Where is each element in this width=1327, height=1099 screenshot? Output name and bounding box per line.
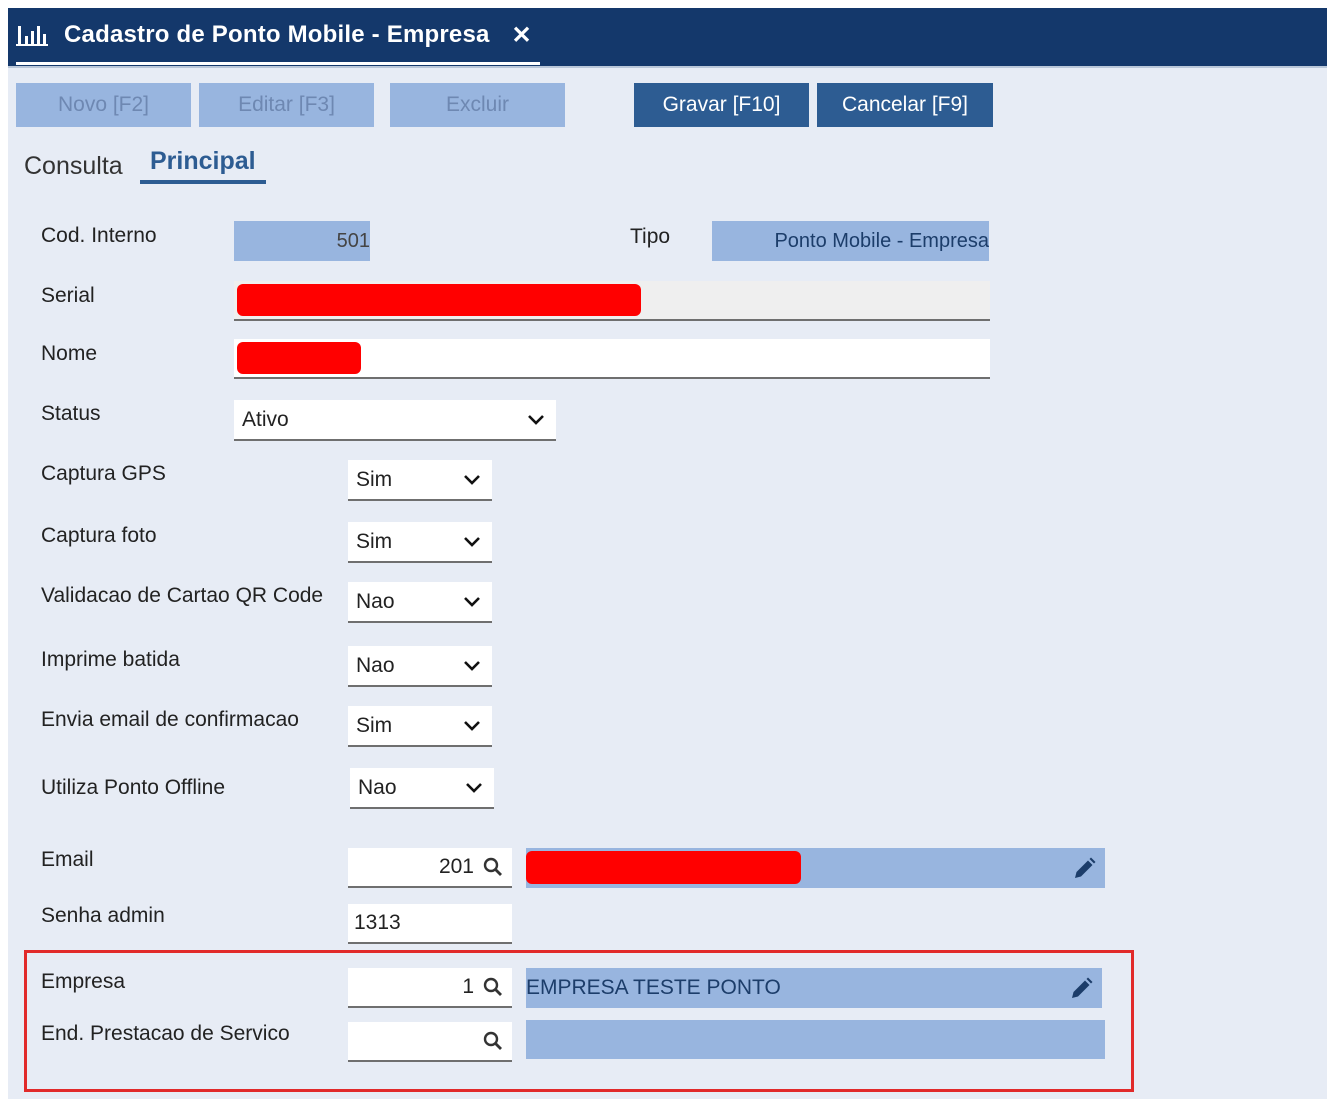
captura-gps-value: Sim	[356, 467, 393, 491]
empresa-desc-value: EMPRESA TESTE PONTO	[526, 976, 781, 999]
end-prestacao-code-input[interactable]	[348, 1022, 512, 1062]
empresa-code-input[interactable]: 1	[348, 968, 512, 1008]
window-tab[interactable]: Cadastro de Ponto Mobile - Empresa ✕	[16, 8, 540, 65]
senha-value: 1313	[354, 911, 401, 934]
chevron-down-icon	[464, 720, 480, 731]
captura-foto-value: Sim	[356, 529, 393, 553]
editar-button[interactable]: Editar [F3]	[199, 83, 374, 127]
tab-consulta[interactable]: Consulta	[24, 152, 123, 181]
redacted-nome	[237, 342, 361, 374]
redacted-email	[526, 851, 801, 884]
redacted-serial	[237, 284, 641, 316]
imprime-batida-label: Imprime batida	[41, 648, 180, 671]
end-prestacao-label: End. Prestacao de Servico	[41, 1022, 290, 1045]
imprime-batida-select[interactable]: Nao	[348, 646, 492, 687]
status-label: Status	[41, 402, 101, 425]
close-icon[interactable]: ✕	[512, 21, 532, 50]
pencil-icon[interactable]	[1071, 856, 1097, 882]
cod-interno-value: 501	[336, 229, 370, 252]
end-prestacao-description	[526, 1020, 1105, 1059]
tipo-field: Ponto Mobile - Empresa	[712, 221, 989, 261]
cancelar-button[interactable]: Cancelar [F9]	[817, 83, 993, 127]
validacao-qr-label: Validacao de Cartao QR Code	[41, 584, 324, 607]
title-bar: Cadastro de Ponto Mobile - Empresa ✕	[8, 8, 1327, 68]
chevron-down-icon	[464, 474, 480, 485]
empresa-description: EMPRESA TESTE PONTO	[526, 968, 1102, 1008]
envia-email-value: Sim	[356, 713, 393, 737]
captura-foto-label: Captura foto	[41, 524, 157, 547]
status-select[interactable]: Ativo	[234, 400, 556, 441]
captura-gps-select[interactable]: Sim	[348, 460, 492, 501]
chevron-down-icon	[464, 660, 480, 671]
empresa-code-value: 1	[462, 975, 474, 998]
tab-principal[interactable]: Principal	[140, 147, 266, 184]
cod-interno-label: Cod. Interno	[41, 224, 157, 247]
chevron-down-icon	[464, 596, 480, 607]
captura-gps-label: Captura GPS	[41, 462, 166, 485]
search-icon[interactable]	[482, 856, 504, 878]
envia-email-label: Envia email de confirmacao	[41, 708, 299, 731]
envia-email-select[interactable]: Sim	[348, 706, 492, 747]
ponto-offline-label: Utiliza Ponto Offline	[41, 776, 226, 799]
status-value: Ativo	[242, 407, 289, 431]
nome-label: Nome	[41, 342, 98, 365]
senha-input[interactable]: 1313	[348, 904, 512, 944]
chevron-down-icon	[528, 414, 544, 425]
app-window: Cadastro de Ponto Mobile - Empresa ✕ Nov…	[8, 8, 1327, 1099]
email-label: Email	[41, 848, 94, 871]
validacao-qr-value: Nao	[356, 589, 395, 613]
ponto-offline-select[interactable]: Nao	[350, 768, 494, 809]
validacao-qr-select[interactable]: Nao	[348, 582, 492, 623]
senha-label: Senha admin	[41, 904, 165, 927]
bar-chart-icon	[16, 24, 48, 46]
excluir-button[interactable]: Excluir	[390, 83, 565, 127]
email-code-value: 201	[438, 855, 474, 878]
email-code-input[interactable]: 201	[348, 848, 512, 888]
tipo-label: Tipo	[630, 225, 671, 248]
gravar-button[interactable]: Gravar [F10]	[634, 83, 809, 127]
chevron-down-icon	[464, 536, 480, 547]
search-icon[interactable]	[482, 976, 504, 998]
empresa-label: Empresa	[41, 970, 126, 993]
ponto-offline-value: Nao	[358, 775, 397, 799]
tipo-value: Ponto Mobile - Empresa	[774, 229, 989, 252]
novo-button[interactable]: Novo [F2]	[16, 83, 191, 127]
pencil-icon[interactable]	[1068, 976, 1094, 1002]
search-icon[interactable]	[482, 1030, 504, 1052]
imprime-batida-value: Nao	[356, 653, 395, 677]
cod-interno-field: 501	[234, 221, 370, 261]
window-title: Cadastro de Ponto Mobile - Empresa	[64, 21, 490, 48]
captura-foto-select[interactable]: Sim	[348, 522, 492, 563]
chevron-down-icon	[466, 782, 482, 793]
serial-label: Serial	[41, 284, 95, 307]
